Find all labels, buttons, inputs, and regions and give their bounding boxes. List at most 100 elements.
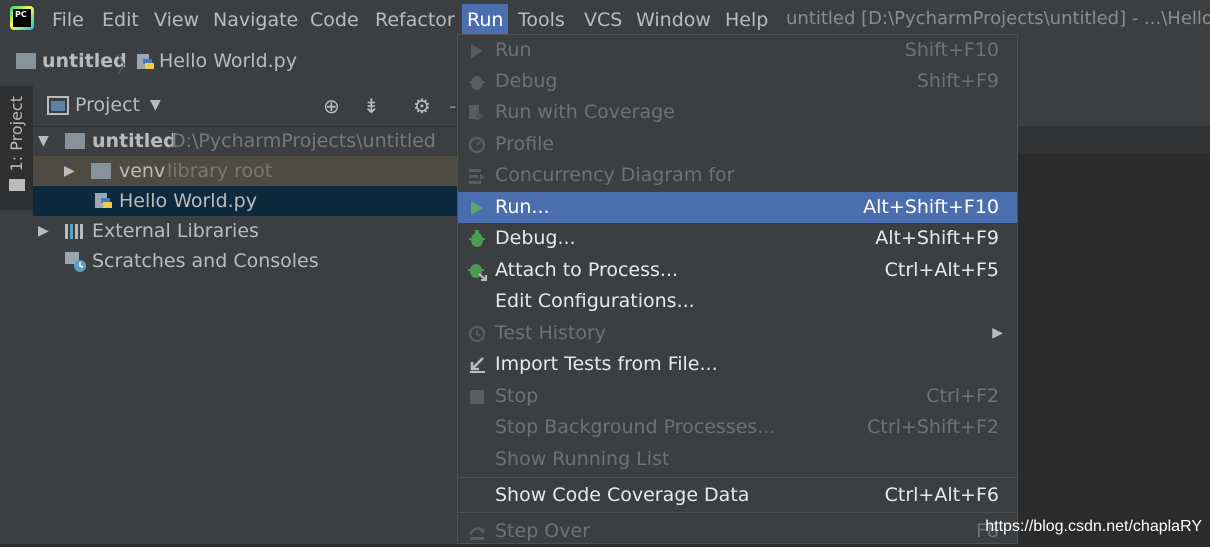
menu-item-edit-configurations[interactable]: Edit Configurations...	[458, 286, 1017, 317]
tree-row-scratches[interactable]: Scratches and Consoles	[33, 246, 458, 276]
menu-item-label: Test History	[495, 322, 607, 344]
menu-item-concurrency-diagram[interactable]: Concurrency Diagram for	[458, 160, 1017, 191]
tree-label: venv	[119, 160, 166, 182]
scratches-icon	[65, 252, 86, 272]
chevron-down-icon[interactable]: ▼	[38, 126, 49, 156]
menu-item-shortcut: Shift+F9	[916, 70, 999, 92]
menu-item-attach-to-process[interactable]: Attach to Process... Ctrl+Alt+F5	[458, 255, 1017, 286]
step-over-icon	[468, 527, 485, 540]
menu-item-shortcut: Ctrl+Alt+F6	[884, 484, 999, 506]
menu-code[interactable]: Code	[310, 8, 359, 32]
menu-item-label: Stop	[495, 385, 539, 407]
menu-separator	[458, 477, 1017, 478]
logo-text: PC	[13, 9, 31, 27]
menu-item-label: Step Over	[495, 520, 590, 542]
project-panel-title[interactable]: Project	[75, 94, 140, 116]
project-tool-label[interactable]: 1: Project	[7, 96, 26, 171]
menu-item-run-dialog[interactable]: Run... Alt+Shift+F10	[458, 192, 1017, 223]
menu-item-stop[interactable]: Stop Ctrl+F2	[458, 381, 1017, 412]
menu-item-shortcut: Ctrl+Alt+F5	[884, 259, 999, 281]
debug-icon	[469, 230, 485, 247]
breadcrumb-separator-icon: 〉	[116, 54, 139, 79]
menu-view[interactable]: View	[154, 8, 199, 32]
menu-item-label: Stop Background Processes...	[495, 416, 776, 438]
tree-hint: library root	[167, 160, 273, 182]
menu-separator	[458, 512, 1017, 513]
menu-window[interactable]: Window	[636, 8, 711, 32]
chevron-right-icon[interactable]: ▶	[64, 156, 75, 186]
menu-item-profile[interactable]: Profile	[458, 129, 1017, 160]
menu-item-label: Debug...	[495, 227, 576, 249]
libraries-icon	[65, 224, 83, 239]
folder-icon	[16, 53, 36, 69]
tree-label: untitled	[92, 130, 177, 152]
menu-item-import-tests[interactable]: Import Tests from File...	[458, 349, 1017, 380]
attach-icon	[468, 264, 487, 281]
import-icon	[470, 357, 485, 373]
menu-item-label: Attach to Process...	[495, 259, 679, 281]
tree-row-venv[interactable]: ▶ venv library root	[33, 156, 458, 186]
menu-item-shortcut: Shift+F10	[904, 39, 999, 61]
folder-icon	[91, 163, 111, 179]
menu-item-label: Show Running List	[495, 448, 670, 470]
folder-icon	[65, 133, 85, 149]
menu-refactor[interactable]: Refactor	[375, 8, 455, 32]
history-icon	[468, 325, 486, 343]
menu-item-run[interactable]: Run Shift+F10	[458, 35, 1017, 66]
tree-label: External Libraries	[92, 220, 259, 242]
menu-item-debug-dialog[interactable]: Debug... Alt+Shift+F9	[458, 223, 1017, 254]
project-panel: Project ▼ ⊕ ⇟ ⚙ - ▼ untitled D:\PycharmP…	[33, 86, 458, 544]
chevron-right-icon: ▶	[992, 325, 1003, 341]
menu-item-run-with-coverage[interactable]: Run with Coverage	[458, 97, 1017, 128]
collapse-all-icon[interactable]: ⇟	[363, 94, 380, 118]
project-folder-icon	[9, 179, 25, 191]
menu-item-test-history[interactable]: Test History ▶	[458, 318, 1017, 349]
menu-tools[interactable]: Tools	[518, 8, 565, 32]
breadcrumb-project[interactable]: untitled	[42, 50, 127, 72]
run-icon	[471, 44, 483, 58]
project-view-icon	[47, 96, 69, 115]
python-file-icon	[137, 54, 154, 69]
stop-icon	[470, 390, 484, 404]
menu-help[interactable]: Help	[725, 8, 768, 32]
menu-run[interactable]: Run	[462, 4, 509, 36]
hide-icon[interactable]: -	[449, 94, 456, 118]
tree-hint: D:\PycharmProjects\untitled	[171, 130, 436, 152]
menu-item-show-running-list[interactable]: Show Running List	[458, 444, 1017, 475]
menu-item-label: Run	[495, 39, 532, 61]
watermark: https://blog.csdn.net/chaplaRY	[985, 518, 1202, 535]
menu-item-stop-background[interactable]: Stop Background Processes... Ctrl+Shift+…	[458, 412, 1017, 443]
menu-edit[interactable]: Edit	[102, 8, 139, 32]
menu-vcs[interactable]: VCS	[584, 8, 622, 32]
menu-item-label: Concurrency Diagram for	[495, 164, 735, 186]
python-file-icon	[95, 193, 112, 208]
menu-file[interactable]: File	[52, 8, 84, 32]
project-panel-header: Project ▼ ⊕ ⇟ ⚙ -	[33, 86, 458, 127]
tree-row-external-libraries[interactable]: ▶ External Libraries	[33, 216, 458, 246]
menu-item-shortcut: Ctrl+F2	[926, 385, 999, 407]
tree-label: Scratches and Consoles	[92, 250, 319, 272]
profile-icon	[468, 136, 486, 154]
menu-item-label: Import Tests from File...	[495, 353, 718, 375]
menu-item-step-over[interactable]: Step Over F8	[458, 516, 1017, 547]
menu-item-label: Profile	[495, 133, 555, 155]
breadcrumb-file[interactable]: Hello World.py	[159, 50, 297, 72]
tree-row-hello-world[interactable]: Hello World.py	[33, 186, 458, 216]
menu-item-shortcut: Alt+Shift+F10	[863, 196, 999, 218]
run-menu-dropdown: Run Shift+F10 Debug Shift+F9 Run with Co…	[457, 34, 1018, 544]
locate-icon[interactable]: ⊕	[323, 94, 340, 118]
pycharm-logo-icon: PC	[10, 6, 34, 30]
menu-item-label: Run with Coverage	[495, 101, 675, 123]
menu-item-shortcut: Alt+Shift+F9	[875, 227, 999, 249]
menu-navigate[interactable]: Navigate	[213, 8, 298, 32]
chevron-right-icon[interactable]: ▶	[38, 216, 49, 246]
menu-item-show-coverage-data[interactable]: Show Code Coverage Data Ctrl+Alt+F6	[458, 480, 1017, 511]
concurrency-icon	[469, 169, 485, 184]
menu-item-label: Run...	[495, 196, 550, 218]
tree-row-untitled[interactable]: ▼ untitled D:\PycharmProjects\untitled	[33, 126, 458, 156]
menu-item-debug[interactable]: Debug Shift+F9	[458, 66, 1017, 97]
window-title: untitled [D:\PycharmProjects\untitled] -…	[786, 8, 1210, 29]
chevron-down-icon[interactable]: ▼	[150, 97, 161, 113]
gear-icon[interactable]: ⚙	[413, 94, 431, 118]
tree-label: Hello World.py	[119, 190, 257, 212]
